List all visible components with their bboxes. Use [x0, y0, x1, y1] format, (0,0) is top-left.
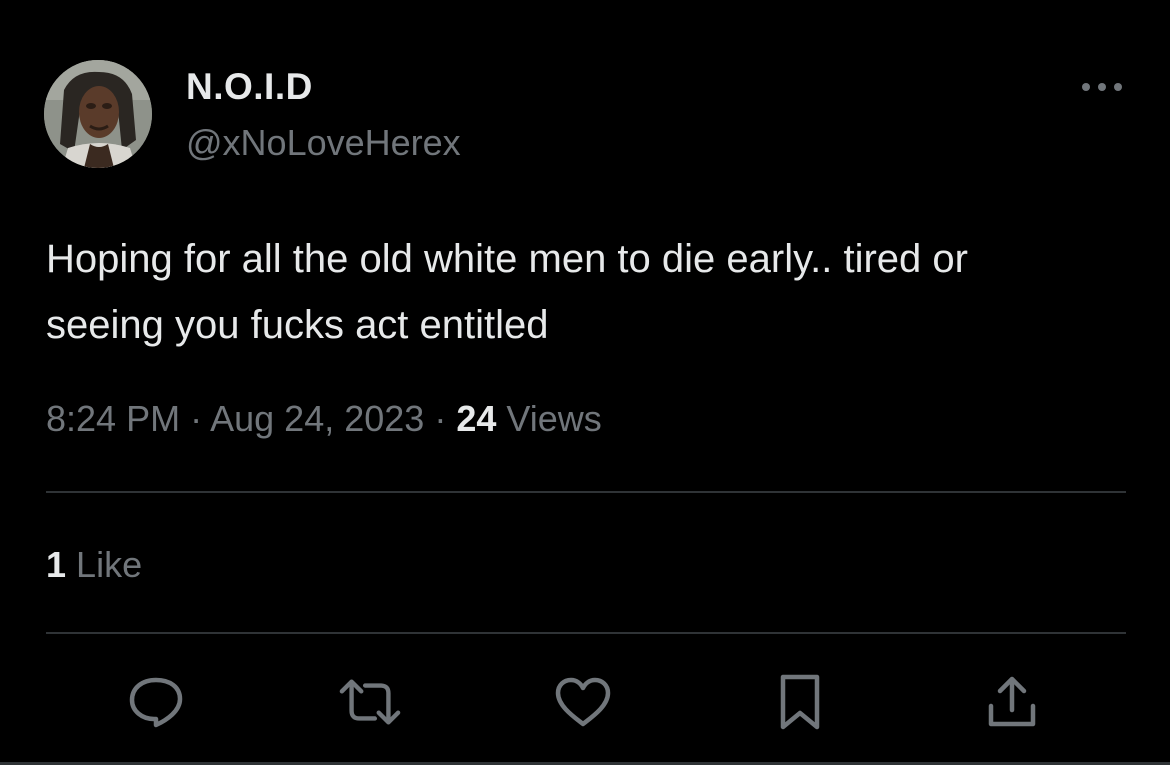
tweet-time[interactable]: 8:24 PM — [46, 398, 180, 439]
views-label: Views — [506, 398, 602, 439]
retweet-icon — [339, 679, 401, 725]
likes-link[interactable]: 1 Like — [46, 544, 142, 586]
meta-separator: · — [434, 398, 447, 439]
reply-button[interactable] — [124, 670, 188, 734]
divider — [46, 632, 1126, 634]
divider — [46, 491, 1126, 493]
heart-icon — [555, 677, 611, 727]
tweet-text-line: seeing you fucks act entitled — [46, 303, 549, 347]
more-options-button[interactable] — [1074, 70, 1130, 104]
share-button[interactable] — [980, 670, 1044, 734]
author-display-name[interactable]: N.O.I.D — [186, 66, 313, 108]
tweet-text: Hoping for all the old white men to die … — [46, 226, 1136, 358]
bookmark-button[interactable] — [768, 670, 832, 734]
like-button[interactable] — [551, 670, 615, 734]
likes-count: 1 — [46, 544, 67, 585]
tweet-date[interactable]: Aug 24, 2023 — [210, 398, 424, 439]
tweet-meta: 8:24 PM · Aug 24, 2023 · 24 Views — [46, 398, 602, 440]
share-icon — [988, 676, 1036, 727]
reply-icon — [129, 677, 183, 728]
retweet-button[interactable] — [338, 670, 402, 734]
tweet-text-line: Hoping for all the old white men to die … — [46, 237, 968, 281]
avatar[interactable] — [44, 60, 152, 168]
likes-label: Like — [76, 544, 143, 585]
views-count: 24 — [456, 398, 497, 439]
author-handle[interactable]: @xNoLoveHerex — [186, 122, 461, 164]
bookmark-icon — [780, 674, 820, 730]
more-dots-icon — [1082, 83, 1122, 91]
meta-separator: · — [190, 398, 203, 439]
tweet-detail: N.O.I.D @xNoLoveHerex Hoping for all the… — [0, 0, 1170, 765]
